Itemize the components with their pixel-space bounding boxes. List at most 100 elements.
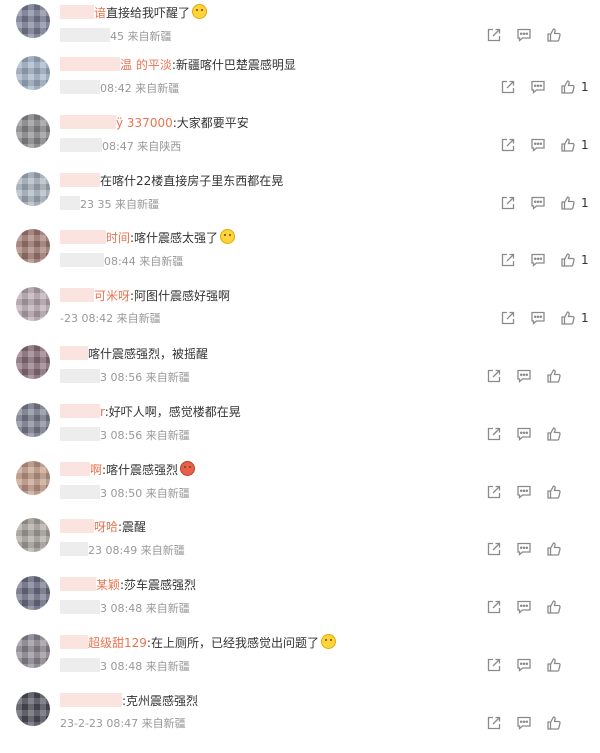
- timestamp: 3 08:56: [100, 370, 143, 384]
- timestamp: 08:47: [102, 139, 134, 153]
- like-icon: [560, 195, 576, 211]
- nickname-link[interactable]: 温 的平淡: [120, 58, 172, 72]
- nickname-mask: [60, 172, 100, 187]
- like-icon: [560, 137, 576, 153]
- like-count: 1: [581, 80, 589, 94]
- comment-text-line: 啊:喀什震感强烈: [60, 460, 580, 479]
- comment-icon: [530, 310, 546, 326]
- avatar[interactable]: [16, 229, 50, 264]
- nickname-mask: [60, 57, 120, 71]
- timestamp: 08:42: [100, 82, 132, 95]
- avatar[interactable]: [16, 113, 50, 148]
- comment-actions: [486, 656, 586, 674]
- comment-text: 喀什震感强烈，被摇醒: [88, 346, 209, 361]
- nickname-link[interactable]: 啊: [90, 463, 102, 477]
- forward-icon: [486, 426, 502, 442]
- comment-text: 在喀什22楼直接房子里东西都在晃: [100, 173, 284, 188]
- nickname-mask: [60, 403, 100, 418]
- nickname-link[interactable]: 超级甜129: [88, 636, 147, 650]
- comment-actions: 1: [500, 78, 600, 96]
- comment-actions: 1: [500, 136, 600, 154]
- like-count: 1: [581, 311, 589, 326]
- like-icon: [546, 715, 562, 731]
- nickname-mask: [60, 461, 90, 476]
- avatar[interactable]: [16, 287, 50, 322]
- forward-icon: [486, 599, 502, 615]
- comment-text-line: 温 的平淡:新疆喀什巴楚震感明显: [60, 56, 580, 74]
- comment-text: :新疆喀什巴楚震感明显: [171, 58, 296, 72]
- avatar[interactable]: [16, 4, 50, 38]
- nickname-mask: [60, 519, 94, 534]
- comment-actions: 1: [500, 251, 600, 269]
- location: 来自新疆: [145, 370, 190, 384]
- like-icon: [546, 484, 562, 500]
- comment-icon: [516, 715, 532, 731]
- avatar[interactable]: [16, 344, 50, 379]
- location: 来自新疆: [145, 428, 190, 442]
- nickname-mask: [60, 230, 106, 245]
- avatar[interactable]: [16, 633, 50, 668]
- forward-icon: [500, 195, 516, 211]
- comment-text: 直接给我吓醒了: [106, 6, 191, 20]
- comment-text-line: 时间:喀什震感太强了: [60, 229, 580, 247]
- location: 来自陕西: [137, 139, 182, 153]
- forward-icon: [500, 137, 516, 153]
- time-mask: [60, 542, 88, 557]
- comment-item: :克州震感强烈 23-2-23 08:47 来自新疆: [0, 691, 600, 750]
- nickname-link[interactable]: 谙: [94, 6, 106, 20]
- comment-text-line: r:好吓人啊，感觉楼都在晃: [60, 403, 580, 421]
- nickname-mask: [60, 577, 96, 592]
- comment-item: r:好吓人啊，感觉楼都在晃 3 08:56 来自新疆: [0, 402, 600, 461]
- comment-icon: [516, 426, 532, 442]
- comment-text-line: 超级甜129:在上厕所，已经我感觉出问题了: [60, 633, 580, 652]
- comment-text: :大家都要平安: [172, 115, 249, 130]
- like-count: 1: [581, 253, 589, 268]
- nickname-link[interactable]: 可米呀: [94, 289, 130, 303]
- comment-item: 超级甜129:在上厕所，已经我感觉出问题了 3 08:48 来自新疆: [0, 633, 600, 692]
- avatar[interactable]: [16, 56, 50, 90]
- nickname-link[interactable]: ÿ 337000: [116, 116, 173, 130]
- forward-icon: [486, 657, 502, 673]
- timestamp: 45: [110, 30, 124, 43]
- comment-icon: [516, 599, 532, 615]
- nickname-mask: [60, 692, 122, 707]
- like-icon: [546, 599, 562, 615]
- location: 来自新疆: [145, 602, 190, 616]
- nickname-link[interactable]: 呀哈: [94, 520, 118, 534]
- like-icon: [560, 79, 576, 95]
- comment-text: :好吓人啊，感觉楼都在晃: [104, 404, 241, 419]
- location: 来自新疆: [139, 255, 184, 269]
- emoji-icon: [180, 460, 196, 476]
- avatar[interactable]: [16, 402, 50, 437]
- like-icon: [546, 541, 562, 557]
- like-count: 1: [581, 137, 589, 152]
- forward-icon: [500, 79, 516, 95]
- avatar[interactable]: [16, 576, 50, 611]
- avatar[interactable]: [16, 460, 50, 495]
- nickname-link[interactable]: 时间: [106, 231, 130, 245]
- avatar[interactable]: [16, 691, 50, 726]
- location: 来自新疆: [115, 197, 159, 211]
- comment-item: 啊:喀什震感强烈 3 08:50 来自新疆: [0, 460, 600, 519]
- avatar[interactable]: [16, 518, 50, 553]
- like-icon: [546, 368, 562, 384]
- comment-text: :喀什震感强烈: [102, 462, 179, 477]
- comment-item: 谙直接给我吓醒了 45 来自新疆: [0, 4, 600, 60]
- time-mask: [60, 137, 102, 152]
- nickname-link[interactable]: 某颖: [96, 578, 120, 592]
- comment-actions: 1: [500, 309, 600, 327]
- avatar[interactable]: [16, 171, 50, 206]
- like-icon: [560, 252, 576, 268]
- forward-icon: [486, 541, 502, 557]
- location: 来自新疆: [140, 544, 185, 558]
- forward-icon: [486, 715, 502, 731]
- forward-icon: [486, 27, 502, 43]
- comment-text: :喀什震感太强了: [130, 231, 219, 246]
- comment-actions: [486, 367, 586, 385]
- time-mask: [60, 368, 100, 383]
- like-icon: [546, 426, 562, 442]
- forward-icon: [486, 484, 502, 500]
- timestamp: 3 08:48: [100, 602, 143, 616]
- timestamp: 23-2-23 08:47: [60, 716, 139, 730]
- nickname-mask: [60, 5, 94, 19]
